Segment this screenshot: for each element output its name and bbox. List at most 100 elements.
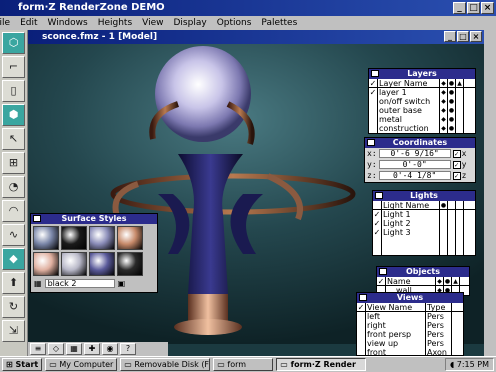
view-row[interactable]: front persp Pers bbox=[357, 330, 463, 339]
revolve-tool-icon[interactable]: ◠ bbox=[2, 200, 25, 222]
views-title-bar[interactable]: Views bbox=[357, 293, 463, 303]
layers-close-box[interactable] bbox=[371, 70, 379, 77]
coord-row-y: y: 0'-0" ✓ y bbox=[365, 159, 475, 170]
app-window-controls: _ □ × bbox=[453, 2, 494, 14]
coord-x-field[interactable]: 0'-6 9/16" bbox=[378, 149, 451, 158]
layers-toggle-icon[interactable]: ≡ bbox=[30, 343, 46, 355]
coord-y-field[interactable]: 0'-0" bbox=[378, 160, 451, 169]
rotate-tool-icon[interactable]: ↻ bbox=[2, 296, 25, 318]
extrude-tool-icon[interactable]: ⬆ bbox=[2, 272, 25, 294]
light-row[interactable]: ✓ Light 2 bbox=[373, 219, 475, 228]
checkmark-icon: ✓ bbox=[369, 79, 378, 88]
layer-row[interactable]: on/off switch ◆ ● bbox=[369, 97, 475, 106]
coord-x-checkbox[interactable]: ✓ bbox=[452, 149, 461, 158]
light-row[interactable]: ✓ Light 3 bbox=[373, 228, 475, 237]
cube-tool-icon[interactable]: ⬡ bbox=[2, 32, 25, 54]
surface-styles-close-box[interactable] bbox=[33, 215, 41, 222]
layer-row[interactable]: metal ◆ ● bbox=[369, 115, 475, 124]
boolean-tool-icon[interactable]: ◆ bbox=[2, 248, 25, 270]
solid-tool-icon[interactable]: ⬢ bbox=[2, 104, 25, 126]
layer-row[interactable]: construction ◆ ● bbox=[369, 124, 475, 133]
light-row[interactable]: ✓ Light 1 bbox=[373, 210, 475, 219]
doc-minimize-button[interactable]: _ bbox=[444, 31, 456, 42]
menu-palettes[interactable]: Palettes bbox=[260, 16, 298, 30]
objects-header: ✓ Name ◆ ● ▲ bbox=[377, 277, 469, 286]
view-toggle-icon[interactable]: ◇ bbox=[48, 343, 64, 355]
coord-z-checkbox[interactable]: ✓ bbox=[452, 171, 461, 180]
surface-styles-title-bar[interactable]: Surface Styles bbox=[31, 214, 157, 224]
surface-selection-bar: ▦ black 2 ▣ bbox=[31, 278, 157, 288]
taskbar-item-formz-render[interactable]: ▭ form·Z Render bbox=[276, 358, 367, 371]
menu-edit[interactable]: Edit bbox=[19, 16, 38, 30]
render-icon[interactable]: ◉ bbox=[102, 343, 118, 355]
coord-axis-label: z: bbox=[367, 171, 377, 180]
menu-bar: File Edit Windows Heights View Display O… bbox=[0, 16, 496, 30]
surface-swatch[interactable] bbox=[89, 226, 115, 250]
taskbar-item-form[interactable]: ▭ form bbox=[213, 358, 274, 371]
surface-swatch[interactable] bbox=[61, 252, 87, 276]
lights-title: Lights bbox=[410, 191, 438, 200]
surface-swatch[interactable] bbox=[33, 226, 59, 250]
windows-logo-icon: ⊞ bbox=[6, 360, 13, 369]
taskbar-item-my-computer[interactable]: ▭ My Computer bbox=[45, 358, 118, 371]
objects-close-box[interactable] bbox=[379, 268, 387, 275]
help-icon[interactable]: ? bbox=[120, 343, 136, 355]
light-row-empty bbox=[373, 246, 475, 255]
taskbar: ⊞ Start ▭ My Computer ▭ Removable Disk (… bbox=[0, 356, 496, 372]
object-name-header: Name bbox=[386, 277, 436, 285]
coord-flag: y bbox=[461, 160, 467, 169]
surface-swatch[interactable] bbox=[61, 226, 87, 250]
menu-windows[interactable]: Windows bbox=[47, 16, 89, 30]
view-row[interactable]: right Pers bbox=[357, 321, 463, 330]
doc-maximize-button[interactable]: □ bbox=[457, 31, 469, 42]
coordinates-title-bar[interactable]: Coordinates bbox=[365, 138, 475, 148]
coord-axis-label: y: bbox=[367, 160, 377, 169]
grid-toggle-icon[interactable]: ▦ bbox=[66, 343, 82, 355]
sweep-tool-icon[interactable]: ∿ bbox=[2, 224, 25, 246]
view-row[interactable]: left Pers bbox=[357, 312, 463, 321]
views-palette: Views ✓ View Name Type left Pers right Per… bbox=[356, 292, 464, 357]
coordinates-close-box[interactable] bbox=[367, 139, 375, 146]
surface-options-icon[interactable]: ▣ bbox=[118, 279, 126, 288]
coord-z-field[interactable]: 0'-4 1/8" bbox=[378, 171, 451, 180]
polygon-tool-icon[interactable]: ▯ bbox=[2, 80, 25, 102]
speaker-icon: ◖ bbox=[450, 360, 455, 369]
taskbar-item-removable-disk[interactable]: ▭ Removable Disk (F:) bbox=[120, 358, 211, 371]
surface-edit-icon[interactable]: ▦ bbox=[34, 279, 42, 288]
view-row[interactable]: view up Pers bbox=[357, 339, 463, 348]
views-close-box[interactable] bbox=[359, 294, 367, 301]
menu-file[interactable]: File bbox=[0, 16, 11, 30]
lights-close-box[interactable] bbox=[375, 192, 383, 199]
surface-swatch[interactable] bbox=[117, 252, 143, 276]
maximize-button[interactable]: □ bbox=[467, 2, 480, 14]
menu-display[interactable]: Display bbox=[173, 16, 208, 30]
layers-palette: Layers ✓ Layer Name ◆ ● ▲ ✓ layer 1 ◆ ● on/… bbox=[368, 68, 476, 134]
objects-title-bar[interactable]: Objects bbox=[377, 267, 469, 277]
menu-heights[interactable]: Heights bbox=[97, 16, 133, 30]
coordinates-palette: Coordinates x: 0'-6 9/16" ✓ x y: 0'-0" ✓… bbox=[364, 137, 476, 183]
layer-row[interactable]: ✓ layer 1 ◆ ● bbox=[369, 88, 475, 97]
layers-title-bar[interactable]: Layers bbox=[369, 69, 475, 79]
scale-tool-icon[interactable]: ⇲ bbox=[2, 320, 25, 342]
doc-close-button[interactable]: × bbox=[470, 31, 482, 42]
coord-y-checkbox[interactable]: ✓ bbox=[452, 160, 461, 169]
views-header: ✓ View Name Type bbox=[357, 303, 463, 312]
surface-swatch[interactable] bbox=[33, 252, 59, 276]
surface-swatch[interactable] bbox=[117, 226, 143, 250]
folder-icon: ▭ bbox=[217, 360, 225, 369]
menu-view[interactable]: View bbox=[141, 16, 164, 30]
start-button[interactable]: ⊞ Start bbox=[2, 358, 43, 371]
close-button[interactable]: × bbox=[481, 2, 494, 14]
snap-toggle-icon[interactable]: ✚ bbox=[84, 343, 100, 355]
lights-title-bar[interactable]: Lights bbox=[373, 191, 475, 201]
objects-title: Objects bbox=[405, 267, 441, 276]
pointer-tool-icon[interactable]: ↖ bbox=[2, 128, 25, 150]
menu-options[interactable]: Options bbox=[216, 16, 253, 30]
box-tool-icon[interactable]: ⊞ bbox=[2, 152, 25, 174]
sphere-tool-icon[interactable]: ◔ bbox=[2, 176, 25, 198]
line-tool-icon[interactable]: ⌐ bbox=[2, 56, 25, 78]
layer-row[interactable]: outer base ◆ ● bbox=[369, 106, 475, 115]
surface-swatch[interactable] bbox=[89, 252, 115, 276]
surface-name-field[interactable]: black 2 bbox=[44, 278, 115, 288]
minimize-button[interactable]: _ bbox=[453, 2, 466, 14]
